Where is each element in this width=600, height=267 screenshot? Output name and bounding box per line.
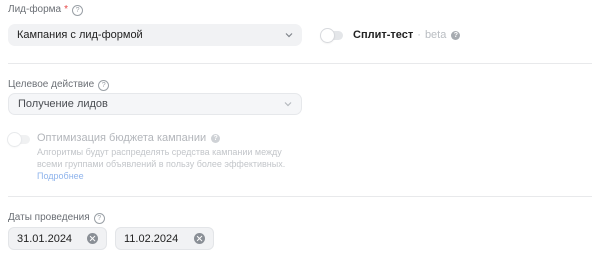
required-mark: *	[64, 4, 69, 15]
split-test-label: Сплит-тест · beta ?	[353, 29, 461, 41]
toggle-knob	[321, 29, 334, 42]
chevron-down-icon	[285, 33, 293, 38]
target-action-label: Целевое действие ?	[8, 79, 110, 91]
target-action-select[interactable]: Получение лидов	[8, 93, 302, 115]
lead-form-help-icon[interactable]: ?	[72, 4, 84, 16]
start-date-value: 31.01.2024	[17, 232, 73, 245]
divider	[8, 63, 592, 64]
clear-end-date-icon[interactable]	[194, 233, 205, 244]
beta-separator: ·	[417, 29, 421, 41]
budget-optimization-title: Оптимизация бюджета кампании ?	[37, 132, 221, 144]
end-date-field[interactable]: 11.02.2024	[115, 227, 214, 250]
dates-help-icon[interactable]: ?	[93, 212, 105, 224]
budget-optimization-description: Алгоритмы будут распределять средства ка…	[37, 147, 286, 181]
split-test-toggle[interactable]	[321, 29, 343, 42]
learn-more-link[interactable]: Подробнее	[37, 171, 84, 181]
start-date-field[interactable]: 31.01.2024	[8, 227, 107, 250]
target-action-selected-value: Получение лидов	[18, 98, 108, 110]
lead-form-select[interactable]: Кампания с лид-формой	[8, 24, 302, 46]
lead-form-label: Лид-форма * ?	[8, 4, 84, 16]
beta-badge: beta	[424, 29, 447, 41]
dates-label: Даты проведения ?	[8, 212, 105, 224]
target-action-help-icon[interactable]: ?	[98, 79, 110, 91]
divider	[8, 196, 592, 197]
budget-optimization-help-icon[interactable]: ?	[211, 133, 221, 143]
end-date-value: 11.02.2024	[124, 232, 179, 245]
clear-start-date-icon[interactable]	[87, 233, 98, 244]
toggle-knob	[8, 133, 21, 146]
split-test-help-icon[interactable]: ?	[451, 30, 461, 40]
lead-form-selected-value: Кампания с лид-формой	[17, 29, 143, 41]
budget-optimization-toggle[interactable]	[8, 133, 30, 146]
chevron-down-icon	[284, 102, 292, 107]
